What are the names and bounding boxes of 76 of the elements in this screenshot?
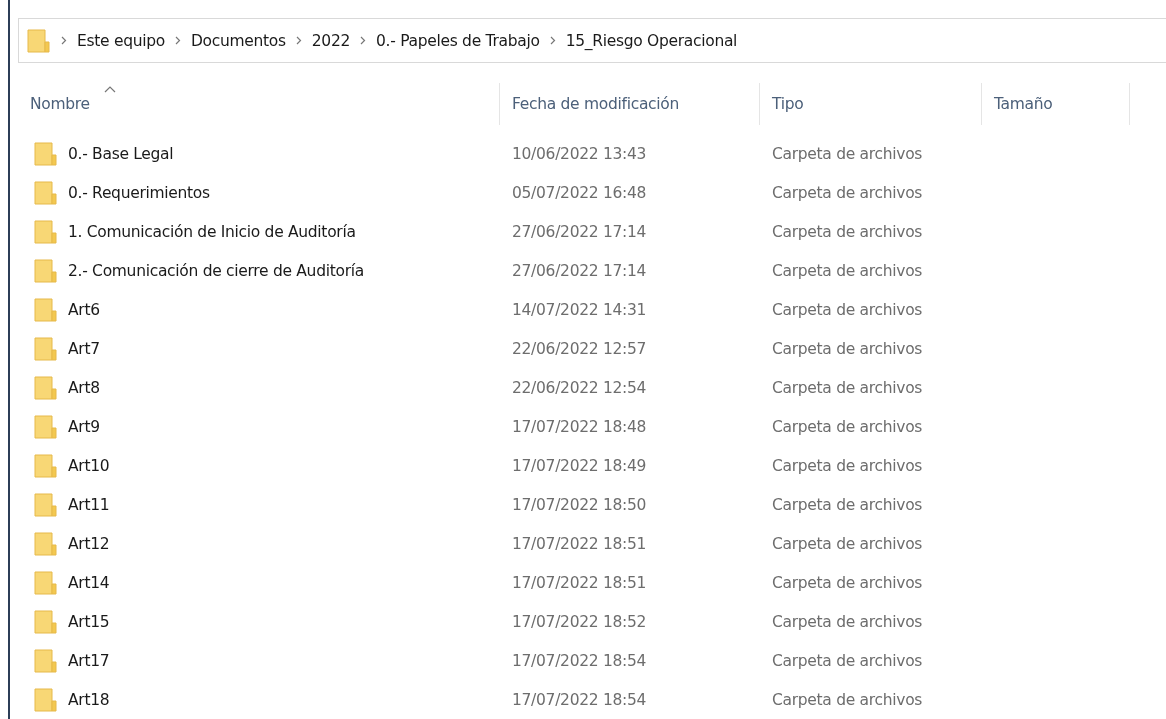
date-cell-text: 17/07/2022 18:48 (511, 417, 648, 436)
breadcrumb-item[interactable]: Este equipo (77, 31, 165, 50)
type-cell-text: Carpeta de archivos (771, 534, 924, 553)
date-cell-text: 27/06/2022 17:14 (511, 222, 648, 241)
date-cell-text: 22/06/2022 12:57 (511, 339, 648, 358)
date-cell-text: 17/07/2022 18:51 (511, 534, 648, 553)
breadcrumb-item[interactable]: 0.- Papeles de Trabajo (376, 31, 540, 50)
file-name[interactable]: Art10 (68, 456, 110, 475)
date-cell-text: 10/06/2022 13:43 (511, 144, 648, 163)
type-cell-text: Carpeta de archivos (771, 183, 924, 202)
column-header[interactable]: Tamaño (982, 83, 1130, 125)
file-name[interactable]: Art8 (68, 378, 100, 397)
column-header[interactable]: Nombre (18, 83, 500, 125)
folder-icon (34, 297, 58, 322)
file-name[interactable]: Art15 (68, 612, 110, 631)
type-cell-text: Carpeta de archivos (771, 144, 924, 163)
file-name[interactable]: Art12 (68, 534, 110, 553)
file-name[interactable]: 0.- Requerimientos (68, 183, 210, 202)
folder-icon (34, 570, 58, 595)
file-name[interactable]: 1. Comunicación de Inicio de Auditoría (68, 222, 356, 241)
file-name[interactable]: Art18 (68, 690, 110, 709)
folder-icon (34, 609, 58, 634)
file-name[interactable]: Art11 (68, 495, 110, 514)
breadcrumb-item[interactable]: Documentos (190, 31, 286, 50)
type-cell-text: Carpeta de archivos (771, 261, 924, 280)
file-name[interactable]: 0.- Base Legal (68, 144, 174, 163)
type-cell-text: Carpeta de archivos (771, 612, 924, 631)
address-bar[interactable]: Este equipo Documentos 2022 0.- Papeles de Trabajo 15_Riesgo Operacional (18, 18, 1166, 64)
date-cell-text: 17/07/2022 18:52 (511, 612, 648, 631)
date-cell-text: 05/07/2022 16:48 (511, 183, 648, 202)
folder-icon (34, 336, 58, 361)
chevron-icon (360, 36, 367, 46)
file-name[interactable]: Art6 (68, 300, 100, 319)
date-cell-text: 17/07/2022 18:54 (511, 690, 648, 709)
folder-icon (34, 648, 58, 673)
type-cell-text: Carpeta de archivos (771, 339, 924, 358)
type-cell-text: Carpeta de archivos (771, 651, 924, 670)
date-cell-text: 17/07/2022 18:54 (511, 651, 648, 670)
type-cell-text: Carpeta de archivos (771, 573, 924, 592)
folder-icon (34, 375, 58, 400)
breadcrumb-item[interactable]: 15_Riesgo Operacional (565, 31, 738, 50)
file-name[interactable]: Art17 (68, 651, 110, 670)
chevron-icon (61, 36, 67, 46)
date-cell-text: 17/07/2022 18:51 (511, 573, 648, 592)
folder-icon (34, 687, 58, 712)
folder-icon (34, 453, 58, 478)
type-cell-text: Carpeta de archivos (771, 690, 924, 709)
chevron-icon (295, 36, 302, 46)
date-cell-text: 27/06/2022 17:14 (511, 261, 648, 280)
column-header[interactable]: Fecha de modificación (500, 83, 760, 125)
date-cell-text: 17/07/2022 18:50 (511, 495, 648, 514)
folder-icon (34, 531, 58, 556)
type-cell-text: Carpeta de archivos (771, 417, 924, 436)
folder-icon (34, 141, 58, 166)
type-cell-text: Carpeta de archivos (771, 495, 924, 514)
file-name[interactable]: Art7 (68, 339, 100, 358)
folder-icon (34, 258, 58, 283)
type-cell-text: Carpeta de archivos (771, 456, 924, 475)
chevron-icon (549, 36, 556, 46)
folder-icon (34, 414, 58, 439)
breadcrumb-item[interactable]: 2022 (311, 31, 351, 50)
type-cell-text: Carpeta de archivos (771, 300, 924, 319)
date-cell-text: 14/07/2022 14:31 (511, 300, 648, 319)
folder-icon (27, 28, 51, 53)
file-name[interactable]: Art9 (68, 417, 100, 436)
folder-icon (34, 180, 58, 205)
type-cell-text: Carpeta de archivos (771, 378, 924, 397)
type-cell-text: Carpeta de archivos (771, 222, 924, 241)
column-header[interactable]: Tipo (760, 83, 982, 125)
chevron-icon (174, 36, 181, 46)
file-name[interactable]: 2.- Comunicación de cierre de Auditoría (68, 261, 364, 280)
date-cell-text: 22/06/2022 12:54 (511, 378, 648, 397)
folder-icon (34, 219, 58, 244)
file-name[interactable]: Art14 (68, 573, 110, 592)
date-cell-text: 17/07/2022 18:49 (511, 456, 648, 475)
folder-icon (34, 492, 58, 517)
